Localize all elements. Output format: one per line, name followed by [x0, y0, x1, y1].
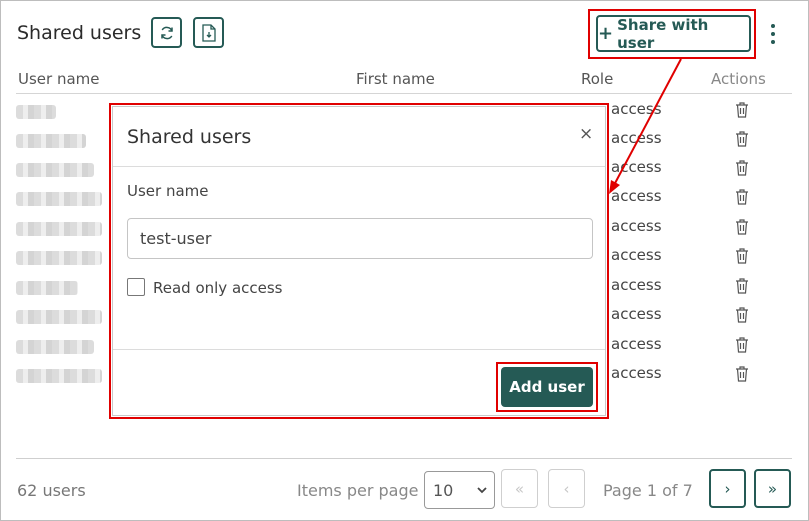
blurred-username	[16, 105, 56, 119]
blurred-username	[16, 310, 102, 324]
blurred-username	[16, 369, 102, 383]
page-info: Page 1 of 7	[603, 481, 693, 500]
role-cell: access	[611, 364, 662, 382]
read-only-label[interactable]: Read only access	[153, 279, 283, 297]
username-label: User name	[127, 182, 209, 200]
items-per-page-select[interactable]: 10	[424, 471, 495, 509]
share-with-user-label: Share with user	[617, 15, 709, 52]
delete-icon[interactable]	[735, 307, 749, 327]
dialog-title: Shared users	[127, 126, 252, 148]
last-page-button[interactable]: »	[754, 469, 791, 508]
first-page-button[interactable]: «	[501, 469, 538, 508]
role-cell: access	[611, 187, 662, 205]
blurred-username	[16, 281, 78, 295]
prev-page-button[interactable]: ‹	[548, 469, 585, 508]
role-cell: access	[611, 158, 662, 176]
delete-icon[interactable]	[735, 337, 749, 357]
role-cell: access	[611, 217, 662, 235]
next-page-button[interactable]: ›	[709, 469, 746, 508]
delete-icon[interactable]	[735, 131, 749, 151]
blurred-username	[16, 163, 94, 177]
add-user-button[interactable]: Add user	[501, 367, 593, 407]
blurred-username	[16, 340, 94, 354]
chevron-down-icon	[477, 487, 487, 494]
role-cell: access	[611, 129, 662, 147]
user-count: 62 users	[17, 481, 86, 500]
page-title: Shared users	[17, 22, 142, 44]
username-input[interactable]: test-user	[127, 218, 593, 259]
footer-divider	[16, 458, 792, 459]
delete-icon[interactable]	[735, 102, 749, 122]
share-with-user-button[interactable]: + Share with user	[596, 15, 751, 52]
role-cell: access	[611, 335, 662, 353]
role-cell: access	[611, 100, 662, 118]
delete-icon[interactable]	[735, 219, 749, 239]
delete-icon[interactable]	[735, 189, 749, 209]
export-button[interactable]	[193, 17, 224, 48]
close-icon[interactable]: ×	[579, 124, 593, 144]
column-header-username[interactable]: User name	[18, 70, 100, 88]
delete-icon[interactable]	[735, 160, 749, 180]
blurred-username	[16, 251, 102, 265]
delete-icon[interactable]	[735, 366, 749, 386]
dialog-footer-divider	[113, 349, 605, 350]
share-user-dialog: Shared users × User name test-user Read …	[112, 106, 606, 416]
items-per-page-label: Items per page	[297, 481, 419, 500]
items-per-page-value: 10	[433, 481, 454, 500]
blurred-username	[16, 134, 86, 148]
more-options-icon[interactable]	[764, 22, 782, 46]
delete-icon[interactable]	[735, 278, 749, 298]
role-cell: access	[611, 276, 662, 294]
blurred-username	[16, 192, 102, 206]
refresh-button[interactable]	[151, 17, 182, 48]
column-header-firstname[interactable]: First name	[356, 70, 435, 88]
column-header-actions: Actions	[711, 70, 766, 88]
file-export-icon	[201, 23, 216, 42]
refresh-icon	[160, 26, 173, 39]
role-cell: access	[611, 246, 662, 264]
role-cell: access	[611, 305, 662, 323]
plus-icon: +	[598, 23, 614, 44]
dialog-divider	[113, 166, 605, 167]
header-divider	[16, 93, 792, 94]
read-only-checkbox[interactable]	[127, 278, 145, 296]
column-header-role[interactable]: Role	[581, 70, 613, 88]
blurred-username	[16, 222, 102, 236]
delete-icon[interactable]	[735, 248, 749, 268]
